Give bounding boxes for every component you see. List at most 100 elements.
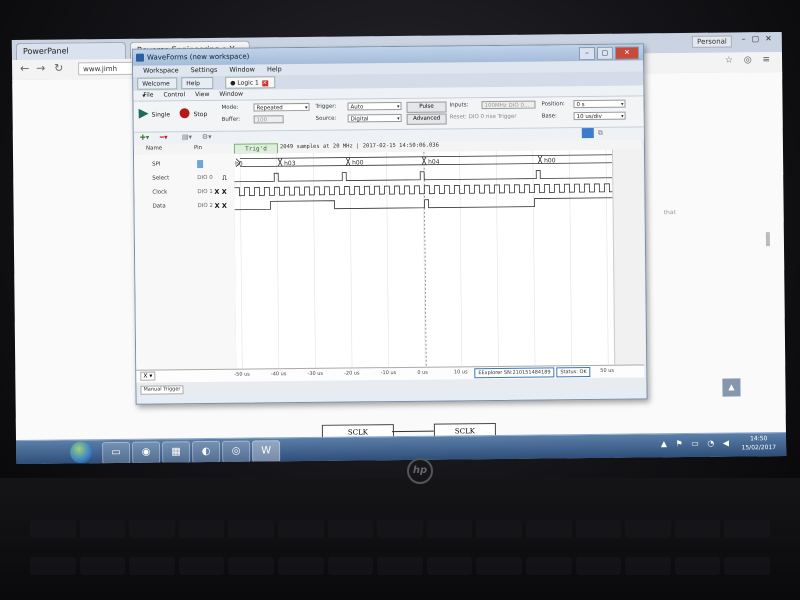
menu-view[interactable]: View bbox=[195, 90, 209, 100]
signal-list: SPI Select DIO 0 ⎍ Clock DIO 1 X X Data … bbox=[134, 153, 238, 370]
stop-icon[interactable] bbox=[179, 108, 190, 119]
waveform-svg: h0 h03 h00 h04 h00 bbox=[234, 149, 615, 369]
inputs-select[interactable]: 100MHz DIO 0... bbox=[481, 100, 536, 110]
base-select[interactable]: 10 us/div ▾ bbox=[573, 111, 626, 121]
grid-line bbox=[495, 150, 499, 366]
bus-label: h0 bbox=[235, 161, 243, 168]
url-text: www.jimh bbox=[83, 64, 118, 74]
grid-line bbox=[276, 153, 280, 369]
signal-name: SPI bbox=[152, 161, 161, 168]
tab-label: Help bbox=[186, 80, 200, 88]
waveforms-taskbar-icon[interactable]: W bbox=[252, 440, 281, 463]
inputs-label: Inputs: bbox=[449, 102, 469, 109]
trigger-value: Auto bbox=[350, 104, 364, 111]
axis-tick-label: -30 us bbox=[307, 370, 324, 377]
system-tray[interactable]: ▲ ⚑ ▭ ◔ ◀ bbox=[661, 439, 732, 449]
buffer-label: Buffer: bbox=[221, 116, 241, 123]
close-tab-icon[interactable]: ✕ bbox=[261, 80, 268, 87]
mode-select[interactable]: Repeated ▾ bbox=[253, 102, 310, 112]
axis-select[interactable]: X ▾ bbox=[140, 371, 156, 381]
add-channel-icon[interactable]: ✚▾ bbox=[140, 134, 149, 142]
grid-line bbox=[569, 150, 572, 366]
minimize-button[interactable]: – bbox=[578, 46, 596, 61]
source-select[interactable]: Digital ▾ bbox=[347, 113, 402, 123]
single-run-icon[interactable] bbox=[139, 109, 149, 119]
position-input[interactable]: 0 s ▾ bbox=[573, 99, 626, 109]
buffer-input[interactable]: 100 bbox=[253, 115, 284, 124]
manual-trigger-button[interactable]: Manual Trigger bbox=[140, 385, 184, 395]
dont-care-icon: X X bbox=[214, 201, 227, 210]
advanced-button[interactable]: Advanced bbox=[406, 113, 447, 125]
chevron-down-icon: ▾ bbox=[397, 115, 400, 123]
forward-icon[interactable]: → bbox=[36, 62, 45, 75]
device-info[interactable]: EExplorer SN:210151484189 bbox=[474, 367, 555, 379]
pin-column-header: Pin bbox=[193, 145, 203, 152]
trigger-label: Trigger: bbox=[315, 103, 337, 110]
trigger-select[interactable]: Auto ▾ bbox=[347, 101, 402, 111]
browser-tab[interactable]: PowerPanel bbox=[15, 41, 127, 61]
firefox-icon[interactable]: ◐ bbox=[192, 440, 221, 464]
tools-icon[interactable]: ⚙▾ bbox=[202, 133, 212, 141]
view-mode-icon[interactable] bbox=[581, 127, 594, 139]
plot-grid bbox=[239, 149, 609, 369]
signal-row-clock[interactable]: Clock DIO 1 X X bbox=[134, 186, 234, 200]
signal-row-select[interactable]: Select DIO 0 ⎍ bbox=[134, 172, 234, 186]
axis-tick-label: 10 us bbox=[453, 369, 468, 376]
browser-actions[interactable]: ☆ ◎ ≡ bbox=[725, 55, 774, 66]
window-controls[interactable]: –▢✕ bbox=[742, 34, 778, 43]
zoom-icon[interactable]: ⧉ bbox=[598, 129, 603, 138]
reload-icon[interactable]: ↻ bbox=[54, 62, 63, 75]
mode-value: Repeated bbox=[256, 105, 283, 112]
bus-label: h00 bbox=[352, 159, 364, 166]
page-scrollbar[interactable] bbox=[765, 232, 771, 247]
bus-label: h03 bbox=[284, 160, 296, 167]
chrome-icon[interactable]: ◉ bbox=[132, 441, 161, 464]
signal-row-spi[interactable]: SPI bbox=[134, 158, 234, 172]
tab-logic[interactable]: ● Logic 1 ✕ bbox=[225, 76, 276, 89]
app-grid-icon[interactable]: ▦ bbox=[162, 441, 191, 464]
tab-help[interactable]: Help bbox=[181, 76, 214, 90]
monitor-screen: PowerPanel Reverse Engineering a Y Perso… bbox=[11, 31, 787, 465]
waveforms-app-icon bbox=[135, 53, 145, 62]
right-side-panel bbox=[611, 149, 646, 365]
tab-label: PowerPanel bbox=[22, 46, 69, 56]
pulse-button[interactable]: Pulse bbox=[406, 101, 447, 113]
menu-workspace[interactable]: Workspace bbox=[143, 65, 179, 76]
start-button[interactable] bbox=[70, 441, 93, 464]
menu-window[interactable]: Window bbox=[229, 64, 255, 75]
stop-button[interactable]: Stop bbox=[193, 104, 208, 126]
grid-line bbox=[239, 153, 243, 369]
chevron-down-icon: ▾ bbox=[304, 104, 308, 111]
profile-button[interactable]: Personal bbox=[692, 35, 732, 48]
axis-tick-label: 50 us bbox=[600, 367, 615, 374]
grid-line bbox=[532, 150, 536, 366]
waveform-plot[interactable]: h0 h03 h00 h04 h00 bbox=[234, 149, 615, 369]
menu-control[interactable]: Control bbox=[163, 90, 185, 100]
menu-settings[interactable]: Settings bbox=[191, 65, 218, 76]
single-button[interactable]: Single bbox=[151, 104, 171, 126]
scroll-top-button[interactable]: ▲ bbox=[722, 378, 741, 397]
status-indicator: Status: OK bbox=[556, 366, 591, 378]
window-title: WaveForms (new workspace) bbox=[146, 52, 250, 62]
menu-help[interactable]: Help bbox=[267, 64, 282, 75]
axis-tick-label: -10 us bbox=[380, 370, 397, 377]
signal-pin: DIO 0 bbox=[197, 174, 213, 182]
menu-window2[interactable]: Window bbox=[219, 90, 243, 100]
file-explorer-icon[interactable]: ▭ bbox=[102, 441, 131, 465]
chrome-icon-2[interactable]: ◎ bbox=[222, 440, 251, 463]
system-clock[interactable]: 14:50 15/02/2017 bbox=[741, 434, 776, 452]
back-icon[interactable]: ← bbox=[20, 62, 29, 75]
axis-tick-label: -20 us bbox=[344, 370, 360, 377]
signal-row-data[interactable]: Data DIO 2 X X bbox=[134, 200, 234, 214]
remove-channel-icon[interactable]: ━▾ bbox=[160, 133, 168, 141]
window-controls: – ▢ ✕ bbox=[578, 46, 640, 61]
close-button[interactable]: ✕ bbox=[614, 46, 640, 60]
rising-edge-icon: ⎍ bbox=[222, 173, 227, 182]
maximize-button[interactable]: ▢ bbox=[596, 46, 614, 60]
bus-expand-icon[interactable] bbox=[197, 160, 204, 169]
reset-text: Reset: DIO 0 rise Trigger bbox=[449, 113, 517, 121]
waveforms-window: WaveForms (new workspace) – ▢ ✕ Workspac… bbox=[131, 43, 648, 405]
tab-welcome[interactable]: Welcome ▾ bbox=[137, 77, 178, 100]
settings-icon[interactable]: ▤▾ bbox=[182, 133, 192, 141]
grid-line bbox=[459, 151, 463, 367]
